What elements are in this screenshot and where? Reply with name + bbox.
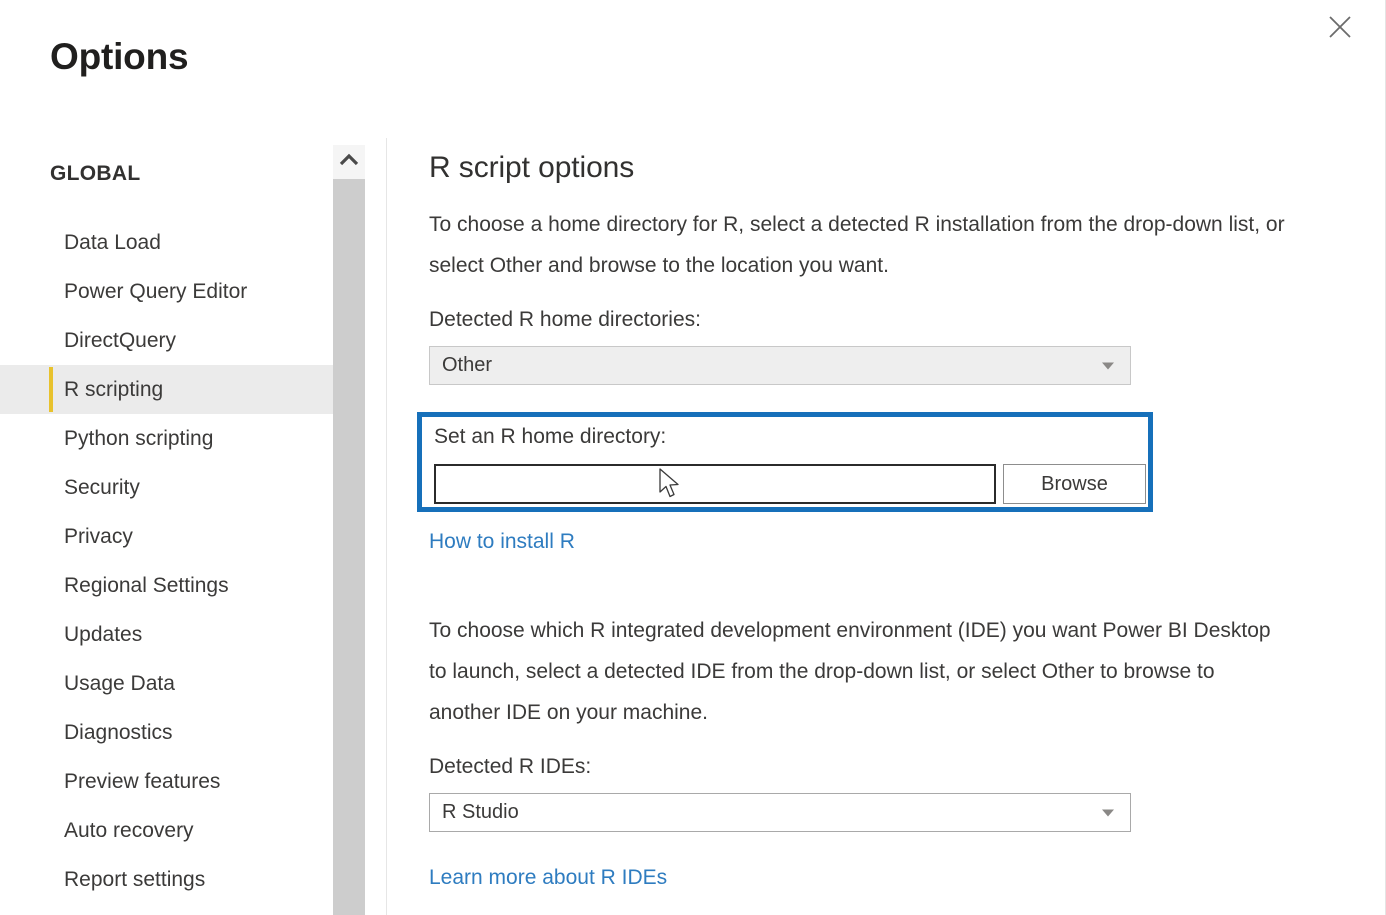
sidebar-item-label: Report settings (64, 867, 206, 891)
page-title: Options (50, 36, 189, 77)
sidebar-item-label: Updates (64, 622, 143, 646)
set-home-directory-highlight: Set an R home directory: Browse (417, 412, 1153, 512)
section-title: R script options (429, 151, 635, 184)
close-icon (1327, 14, 1353, 40)
sidebar-item-python-scripting[interactable]: Python scripting (0, 414, 333, 463)
sidebar-item-power-query-editor[interactable]: Power Query Editor (0, 267, 333, 316)
close-button[interactable] (1318, 6, 1362, 48)
sidebar-item-updates[interactable]: Updates (0, 610, 333, 659)
sidebar-item-diagnostics[interactable]: Diagnostics (0, 708, 333, 757)
r-home-directory-input[interactable] (434, 464, 996, 504)
sidebar-item-label: Usage Data (64, 671, 175, 695)
home-directory-description: To choose a home directory for R, select… (429, 213, 1285, 277)
sidebar-item-data-load[interactable]: Data Load (0, 218, 333, 267)
chevron-down-icon (1102, 362, 1114, 369)
content-pane: R script options To choose a home direct… (387, 138, 1386, 915)
sidebar-list: Data Load Power Query Editor DirectQuery… (0, 218, 333, 904)
sidebar-scrollbar[interactable] (333, 145, 365, 915)
how-to-install-r-link[interactable]: How to install R (429, 530, 575, 554)
sidebar-item-label: DirectQuery (64, 328, 177, 352)
set-home-directory-label: Set an R home directory: (434, 425, 667, 448)
learn-more-r-ides-link[interactable]: Learn more about R IDEs (429, 866, 667, 890)
chevron-up-icon (339, 153, 359, 171)
dropdown-value: Other (442, 354, 493, 376)
sidebar-item-auto-recovery[interactable]: Auto recovery (0, 806, 333, 855)
scrollbar-up-button[interactable] (333, 145, 365, 179)
sidebar-item-label: Preview features (64, 769, 221, 793)
sidebar-item-regional-settings[interactable]: Regional Settings (0, 561, 333, 610)
sidebar-item-label: Python scripting (64, 426, 214, 450)
options-dialog: Options GLOBAL Data Load Power Query Edi… (0, 0, 1386, 915)
sidebar-item-label: R scripting (64, 377, 164, 401)
sidebar-item-security[interactable]: Security (0, 463, 333, 512)
detected-home-dirs-label: Detected R home directories: (429, 308, 701, 331)
sidebar-item-label: Security (64, 475, 140, 499)
sidebar-item-r-scripting[interactable]: R scripting (0, 365, 333, 414)
sidebar: GLOBAL Data Load Power Query Editor Dire… (0, 140, 333, 915)
detected-home-dirs-dropdown[interactable]: Other (429, 346, 1131, 385)
sidebar-item-label: Auto recovery (64, 818, 194, 842)
sidebar-section-header: GLOBAL (50, 162, 141, 185)
browse-button[interactable]: Browse (1003, 464, 1146, 504)
ide-description: To choose which R integrated development… (429, 619, 1271, 724)
sidebar-item-usage-data[interactable]: Usage Data (0, 659, 333, 708)
detected-ides-dropdown[interactable]: R Studio (429, 793, 1131, 832)
sidebar-item-label: Diagnostics (64, 720, 173, 744)
browse-button-label: Browse (1041, 472, 1108, 495)
sidebar-item-privacy[interactable]: Privacy (0, 512, 333, 561)
sidebar-item-label: Power Query Editor (64, 279, 248, 303)
sidebar-item-directquery[interactable]: DirectQuery (0, 316, 333, 365)
sidebar-item-label: Data Load (64, 230, 161, 254)
dropdown-value: R Studio (442, 801, 519, 823)
chevron-down-icon (1102, 809, 1114, 816)
detected-ides-label: Detected R IDEs: (429, 755, 592, 778)
sidebar-item-label: Regional Settings (64, 573, 229, 597)
sidebar-item-preview-features[interactable]: Preview features (0, 757, 333, 806)
scrollbar-thumb[interactable] (333, 179, 365, 915)
sidebar-item-report-settings[interactable]: Report settings (0, 855, 333, 904)
sidebar-item-label: Privacy (64, 524, 133, 548)
